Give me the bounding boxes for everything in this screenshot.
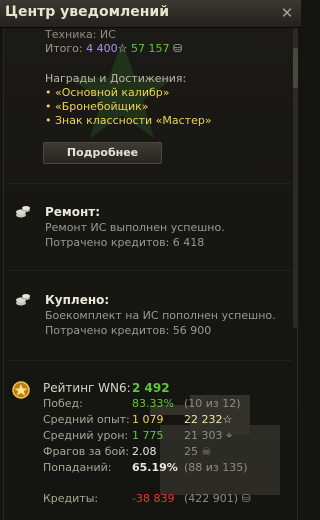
avg-xp-total: 22 232☆ <box>184 413 233 426</box>
wins-extra: (10 из 12) <box>184 397 241 410</box>
total-line: Итого: 4 400☆ 57 157 ⛁ <box>45 42 182 55</box>
medal-icon <box>12 381 30 399</box>
wn6-label: Рейтинг WN6: <box>43 381 131 395</box>
title-bar: Центр уведомлений ✕ <box>0 0 301 28</box>
scrollbar-thumb[interactable] <box>293 48 298 88</box>
awards-title: Награды и Достижения: <box>45 72 187 85</box>
total-credits: 57 157 <box>130 42 170 55</box>
wn6-value: 2 492 <box>132 381 170 395</box>
divider <box>8 360 292 361</box>
wins-pct: 83.33% <box>132 397 174 410</box>
hits-pct: 65.19% <box>132 461 178 474</box>
wins-label: Побед: <box>43 397 83 410</box>
repair-title: Ремонт: <box>45 205 101 219</box>
divider <box>8 270 292 271</box>
skull-icon: ☠ <box>198 445 212 458</box>
scrollbar[interactable] <box>293 28 298 328</box>
repair-spent: Потрачено кредитов: 6 418 <box>45 236 205 249</box>
repair-spent-value: 6 418 <box>172 236 205 249</box>
window-title: Центр уведомлений <box>5 4 170 20</box>
xp-star-icon: ☆ <box>222 413 233 426</box>
purchase-spent: Потрачено кредитов: 56 900 <box>45 324 212 337</box>
purchase-line: Боекомплект на ИС пополнен успешно. <box>45 309 276 322</box>
credits-coin-icon: ⛁ <box>238 492 251 505</box>
purchase-title: Куплено: <box>45 293 110 307</box>
hits-label: Попаданий: <box>43 461 112 474</box>
repair-line: Ремонт ИС выполнен успешно. <box>45 221 225 234</box>
frags-total: 25 ☠ <box>184 445 212 458</box>
credits-coin-icon: ⛁ <box>169 42 183 55</box>
award-item: • Знак классности «Мастер» <box>45 114 212 127</box>
divider <box>8 183 292 184</box>
xp-star-icon: ☆ <box>117 42 128 55</box>
avg-xp: 1 079 <box>132 413 164 426</box>
frags: 2.08 <box>132 445 157 458</box>
target-icon: ⌖ <box>222 429 233 442</box>
avg-xp-label: Средний опыт: <box>43 413 130 426</box>
avg-dmg-label: Средний урон: <box>43 429 129 442</box>
hits-extra: (88 из 135) <box>184 461 248 474</box>
award-item: • «Бронебойщик» <box>45 100 149 113</box>
details-button[interactable]: Подробнее <box>43 142 162 164</box>
tech-line: Техника: ИС <box>45 28 116 41</box>
credits-label: Кредиты: <box>43 492 99 505</box>
credits-value: -38 839 <box>132 492 175 505</box>
award-item: • «Основной калибр» <box>45 86 170 99</box>
purchase-spent-value: 56 900 <box>172 324 212 337</box>
total-xp: 4 400 <box>86 42 118 55</box>
close-icon[interactable]: ✕ <box>277 3 297 23</box>
credits-total: (422 901) ⛁ <box>184 492 251 505</box>
avg-dmg: 1 775 <box>132 429 164 442</box>
avg-dmg-total: 21 303 ⌖ <box>184 429 233 442</box>
stack-coins-icon <box>16 294 30 306</box>
total-label: Итого: <box>45 42 83 55</box>
frags-label: Фрагов за бой: <box>43 445 130 458</box>
stack-coins-icon <box>16 206 30 218</box>
